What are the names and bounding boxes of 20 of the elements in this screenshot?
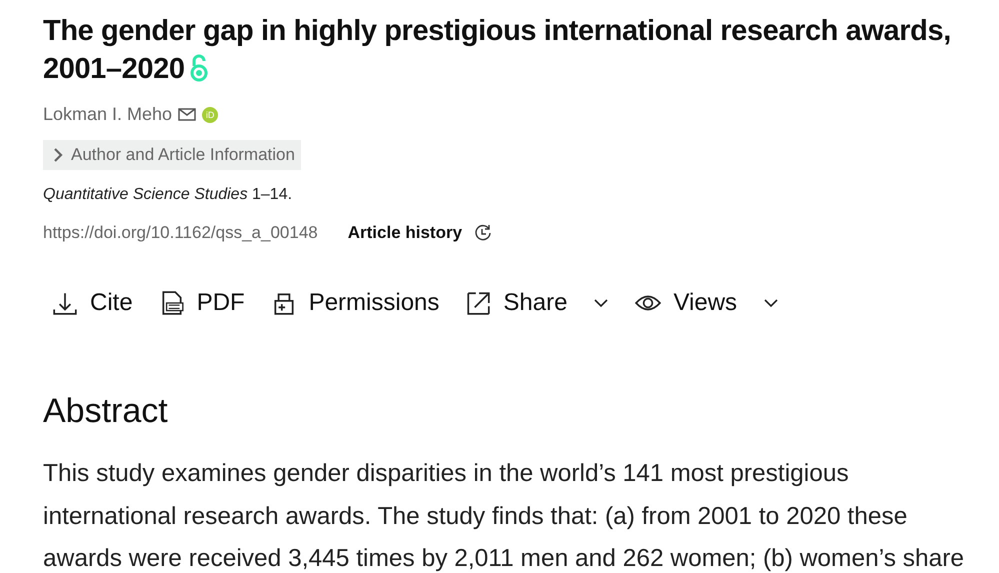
chevron-icon — [53, 147, 63, 163]
article-title: The gender gap in highly prestigious international research awards, 2001–2020 — [43, 14, 952, 87]
caret-icon — [763, 298, 780, 308]
author-name[interactable]: Lokman I. Meho — [43, 104, 172, 125]
cite-button[interactable]: Cite — [52, 289, 133, 317]
author-info-toggle[interactable]: Author and Article Information — [43, 140, 301, 170]
abstract-text: This study examines gender disparities in the world’s 141 most prestigious international research awards. The study finds that: (a) from 2001 to 2020 these awards were received 3,445 times by 2,011 men and 262 women; (b) women’s share — [43, 459, 966, 573]
pdf-button[interactable]: PDF — [158, 289, 245, 317]
history-icon[interactable] — [474, 224, 492, 242]
doi-link[interactable]: https://doi.org/10.1162/qss_a_00148 — [43, 223, 318, 243]
article-history-link[interactable]: Article history — [348, 223, 462, 243]
citation: Quantitative Science Studies 1–14. — [43, 186, 294, 204]
share-icon — [465, 290, 492, 316]
views-button[interactable]: Views — [635, 289, 780, 317]
permissions-button[interactable]: Permissions — [270, 289, 440, 317]
caret-icon — [593, 298, 610, 308]
email-icon[interactable] — [178, 108, 196, 121]
share-button[interactable]: Share — [465, 289, 610, 317]
open-lock-icon — [188, 54, 209, 82]
abstract-heading: Abstract — [43, 391, 169, 431]
